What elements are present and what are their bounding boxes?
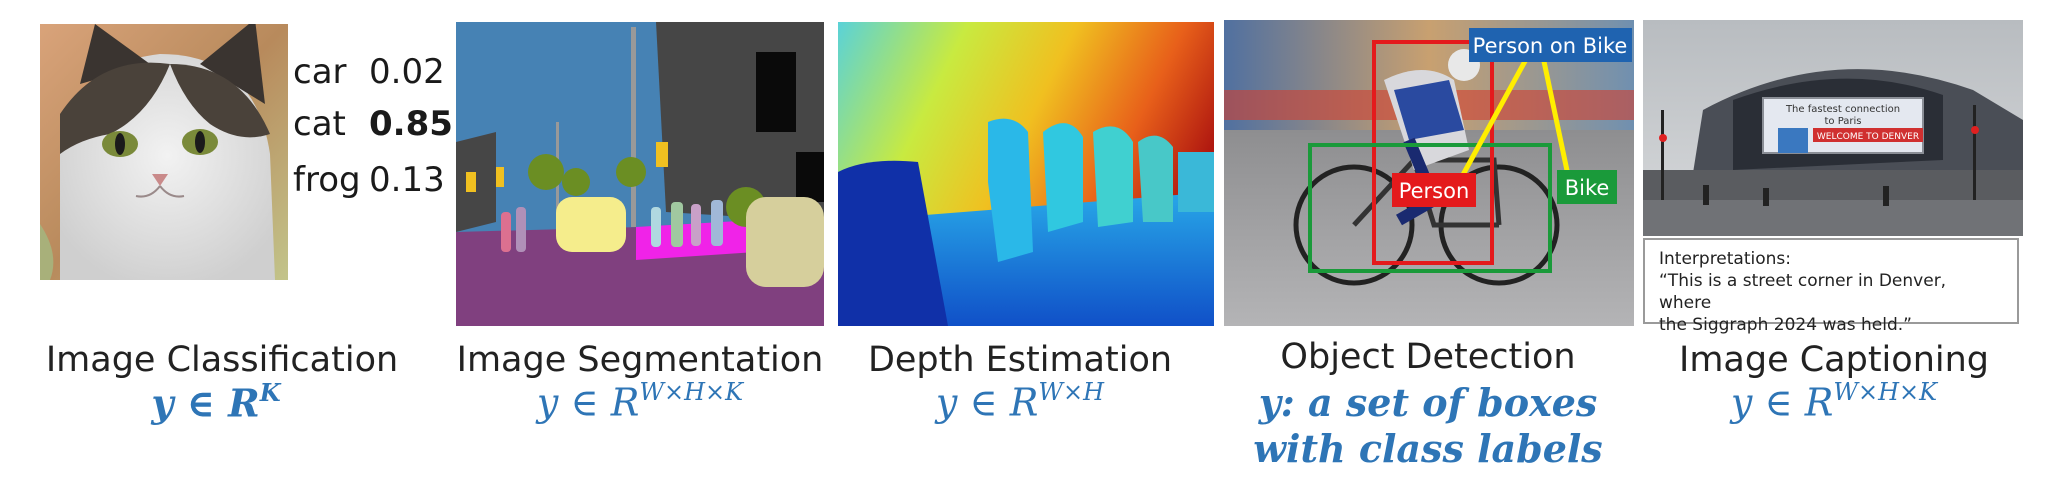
building-sign-line1: The fastest connection [1785,104,1900,115]
segmentation-formula: y ∈ RW×H×K [536,378,744,425]
class-score-frog: frog 0.13 [293,160,445,200]
formula-exponent: W×H×K [639,378,744,406]
detection-formula-line2: with class labels [1253,426,1603,471]
formula-set: R [228,380,260,426]
segmentation-title: Image Segmentation [456,340,824,380]
captioning-title: Image Captioning [1678,340,1990,380]
formula-exponent: W×H [1038,378,1105,406]
interpretation-heading: Interpretations: [1659,249,1791,269]
denver-street-photo: The fastest connection to Paris WELCOME … [1643,20,2023,236]
formula-variable: y [151,380,174,426]
cat-photo [40,24,288,280]
segmentation-map [456,22,824,326]
detection-photo: Person on Bike Person Bike [1224,20,1634,326]
bike-label: Bike [1565,176,1610,200]
formula-set: R [1804,380,1834,425]
depth-title: Depth Estimation [867,340,1173,380]
class-label: car [293,52,347,92]
captioning-formula: y ∈ RW×H×K [1730,378,1938,425]
interpretation-box: Interpretations: “This is a street corne… [1643,238,2019,335]
formula-relation: ∈ [186,380,215,426]
building-sign-line2: to Paris [1824,116,1861,127]
detection-formula: y: a set of boxes with class labels [1253,380,1602,472]
interpretation-text-line2: the Siggraph 2024 was held.” [1659,315,1912,335]
formula-variable: y [536,380,559,425]
class-probability: 0.02 [369,52,445,92]
class-label: frog [293,160,361,200]
depth-map [838,22,1214,326]
formula-relation: ∈ [570,380,599,425]
depth-formula: y ∈ RW×H [935,378,1105,425]
classification-formula: y ∈ RK [151,378,281,426]
class-label: cat [293,104,346,144]
classification-title: Image Classification [45,340,399,380]
class-probability: 0.85 [369,104,453,144]
detection-title: Object Detection [1280,337,1576,377]
class-score-car: car 0.02 [293,52,445,92]
formula-set: R [1009,380,1039,425]
formula-variable: y [1730,380,1753,425]
formula-variable: y [935,380,958,425]
person-on-bike-label: Person on Bike [1473,34,1628,58]
person-label: Person [1399,179,1470,203]
interpretation-text-line1: “This is a street corner in Denver, wher… [1659,271,1947,313]
formula-relation: ∈ [1764,380,1793,425]
formula-exponent: W×H×K [1833,378,1938,406]
class-probability: 0.13 [369,160,445,200]
class-score-cat: cat 0.85 [293,104,453,144]
formula-exponent: K [259,378,281,407]
formula-relation: ∈ [969,380,998,425]
formula-set: R [610,380,640,425]
detection-formula-line1: y: a set of boxes [1258,380,1598,425]
welcome-banner: WELCOME TO DENVER [1817,132,1919,142]
